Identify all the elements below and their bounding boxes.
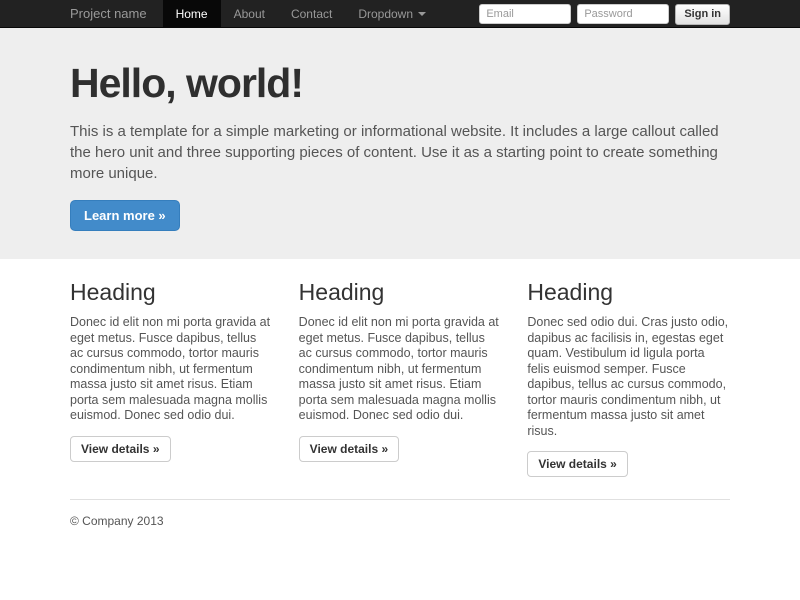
content-column-1: Heading Donec id elit non mi porta gravi… <box>70 279 273 477</box>
nav-item-about[interactable]: About <box>221 0 278 28</box>
password-field[interactable] <box>577 4 669 24</box>
sign-in-button[interactable]: Sign in <box>675 4 730 25</box>
signin-form: Sign in <box>479 0 730 28</box>
nav-item-dropdown-label: Dropdown <box>358 0 413 28</box>
column-heading: Heading <box>527 279 730 306</box>
column-heading: Heading <box>70 279 273 306</box>
learn-more-button[interactable]: Learn more » <box>70 200 180 231</box>
hero-unit: Hello, world! This is a template for a s… <box>0 28 800 259</box>
caret-down-icon <box>418 12 426 16</box>
content-column-2: Heading Donec id elit non mi porta gravi… <box>299 279 502 477</box>
column-body: Donec id elit non mi porta gravida at eg… <box>299 315 502 424</box>
column-body: Donec sed odio dui. Cras justo odio, dap… <box>527 315 730 439</box>
footer: © Company 2013 <box>70 499 730 528</box>
email-field[interactable] <box>479 4 571 24</box>
nav-item-contact-label: Contact <box>291 0 332 28</box>
content-row: Heading Donec id elit non mi porta gravi… <box>70 259 730 477</box>
nav-item-dropdown[interactable]: Dropdown <box>345 0 439 28</box>
nav-item-home-label: Home <box>176 0 208 28</box>
main-nav: Home About Contact Dropdown <box>163 0 439 28</box>
nav-item-contact[interactable]: Contact <box>278 0 345 28</box>
hero-title: Hello, world! <box>70 60 730 107</box>
hero-description: This is a template for a simple marketin… <box>70 121 730 184</box>
nav-item-about-label: About <box>234 0 265 28</box>
content-column-3: Heading Donec sed odio dui. Cras justo o… <box>527 279 730 477</box>
view-details-button-1[interactable]: View details » <box>70 436 171 462</box>
view-details-button-2[interactable]: View details » <box>299 436 400 462</box>
navbar: Project name Home About Contact Dropdown… <box>0 0 800 28</box>
nav-item-home[interactable]: Home <box>163 0 221 28</box>
copyright-text: © Company 2013 <box>70 514 730 528</box>
column-body: Donec id elit non mi porta gravida at eg… <box>70 315 273 424</box>
view-details-button-3[interactable]: View details » <box>527 451 628 477</box>
brand-link[interactable]: Project name <box>70 0 147 28</box>
column-heading: Heading <box>299 279 502 306</box>
